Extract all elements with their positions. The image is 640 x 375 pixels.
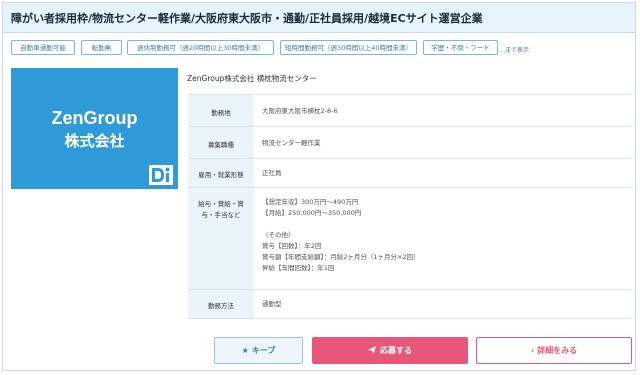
tag-part-time-30-40[interactable]: 短時間勤務可（週30時間以上40時間未満） — [280, 40, 417, 55]
detail-row-employment: 雇用・就業形態 正社員 — [188, 159, 633, 188]
detail-label: 勤務方法 — [188, 290, 254, 318]
detail-label: 募集職種 — [188, 127, 254, 158]
detail-value: 【想定年収】300万円～490万円 【月給】250,000円～350,000円 … — [262, 198, 420, 272]
detail-row-work-style: 勤務方法 通勤型 — [188, 290, 633, 319]
detail-row-occupation: 募集職種 物流センター軽作業 — [188, 127, 633, 159]
detail-label: 雇用・就業形態 — [188, 159, 254, 187]
tag-car-commute[interactable]: 自動車通勤可能 — [11, 40, 75, 55]
star-icon: ★ — [241, 346, 249, 355]
tag-part-time-20-30[interactable]: 週休制勤務可（週20時間以上30時間未満） — [127, 40, 274, 55]
detail-value: 物流センター軽作業 — [262, 139, 321, 147]
tag-education[interactable]: 学歴・不問・フード — [423, 40, 498, 55]
chevron-right-icon: › — [530, 346, 535, 355]
job-title[interactable]: 障がい者採用枠/物流センター軽作業/大阪府東大阪市・通勤/正社員採用/越境ECサ… — [11, 10, 483, 26]
detail-row-salary: 給与・賞給・賞 与・手当など 【想定年収】300万円～490万円 【月給】250… — [188, 188, 633, 290]
company-name: ZenGroup株式会社 横枕物流センター — [187, 74, 317, 83]
detail-value: 大阪府東大阪市横枕2-8-6 — [262, 107, 338, 115]
detail-button[interactable]: › 詳細をみる — [476, 337, 632, 364]
job-header: 障がい者採用枠/物流センター軽作業/大阪府東大阪市・通勤/正社員採用/越境ECサ… — [3, 3, 635, 33]
detail-value: 正社員 — [262, 169, 282, 177]
logo-text-line2: 株式会社 — [64, 132, 125, 150]
detail-label: 勤務地 — [188, 95, 254, 126]
tag-list: 自動車通勤可能 転勤無 週休制勤務可（週20時間以上30時間未満） 短時間勤務可… — [11, 40, 631, 56]
keep-button[interactable]: ★ キープ — [214, 337, 303, 364]
logo-mark-icon — [149, 165, 173, 185]
send-icon — [368, 346, 376, 354]
tags-more-link[interactable]: …まで表示 — [499, 45, 529, 54]
logo-text-line1: ZenGroup — [51, 108, 138, 128]
company-logo: ZenGroup 株式会社 — [11, 68, 178, 189]
job-detail-table: 勤務地 大阪府東大阪市横枕2-8-6 募集職種 物流センター軽作業 雇用・就業形… — [188, 94, 633, 319]
tag-no-transfer[interactable]: 転勤無 — [81, 40, 122, 55]
apply-button[interactable]: 応募する — [312, 337, 468, 364]
job-card: 障がい者採用枠/物流センター軽作業/大阪府東大阪市・通勤/正社員採用/越境ECサ… — [2, 2, 636, 371]
detail-value: 通勤型 — [262, 300, 282, 308]
detail-label: 給与・賞給・賞 与・手当など — [188, 188, 254, 289]
detail-row-location: 勤務地 大阪府東大阪市横枕2-8-6 — [188, 95, 633, 127]
